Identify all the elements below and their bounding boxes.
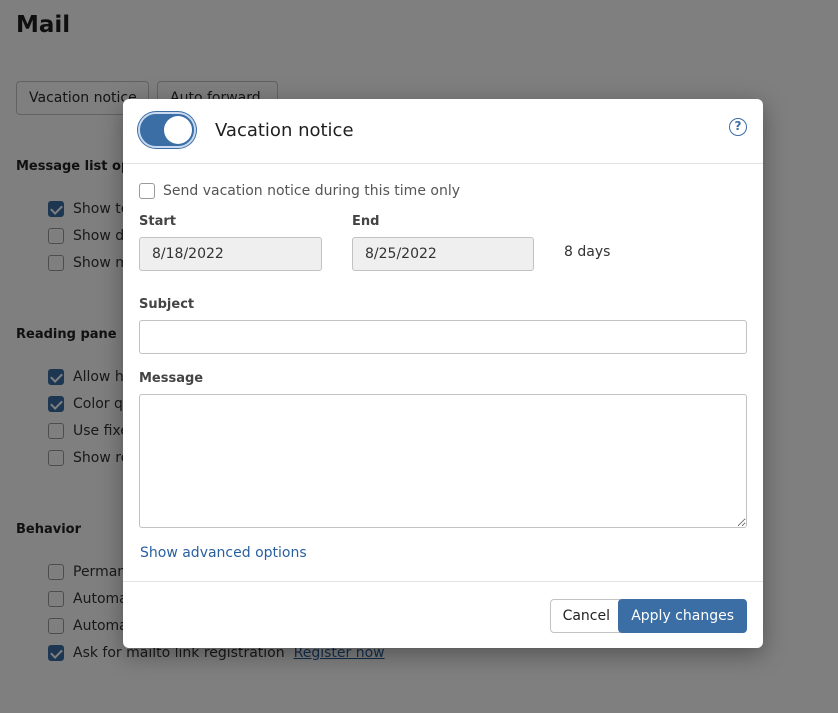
message-textarea[interactable] bbox=[139, 394, 747, 528]
dialog-title: Vacation notice bbox=[215, 120, 354, 141]
dialog-footer: Cancel Apply changes bbox=[123, 581, 763, 648]
duration-text: 8 days bbox=[564, 244, 611, 260]
dialog-header: Vacation notice ? bbox=[123, 99, 763, 164]
show-advanced-options-link[interactable]: Show advanced options bbox=[140, 545, 307, 561]
subject-input[interactable] bbox=[139, 320, 747, 354]
apply-changes-button[interactable]: Apply changes bbox=[618, 599, 747, 633]
toggle-knob bbox=[164, 116, 192, 144]
help-icon[interactable]: ? bbox=[729, 118, 747, 136]
vacation-notice-toggle[interactable] bbox=[138, 112, 196, 148]
vacation-notice-dialog: Vacation notice ? Send vacation notice d… bbox=[123, 99, 763, 648]
subject-label: Subject bbox=[139, 297, 195, 312]
message-label: Message bbox=[139, 371, 204, 386]
end-label: End bbox=[352, 214, 380, 229]
time-only-checkbox[interactable] bbox=[139, 183, 155, 199]
cancel-button[interactable]: Cancel bbox=[549, 599, 623, 633]
start-label: Start bbox=[139, 214, 176, 229]
start-date-input[interactable] bbox=[139, 237, 322, 271]
time-only-option[interactable]: Send vacation notice during this time on… bbox=[139, 183, 460, 199]
time-only-label: Send vacation notice during this time on… bbox=[163, 183, 461, 199]
end-date-input[interactable] bbox=[352, 237, 534, 271]
